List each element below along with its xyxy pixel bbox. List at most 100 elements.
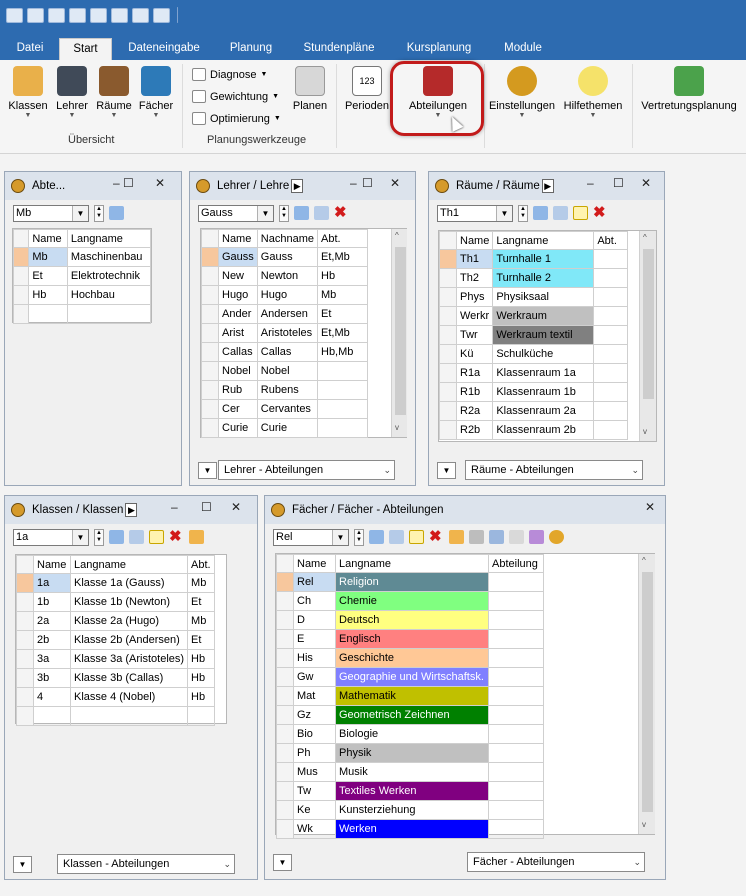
cell-col-0[interactable]: Ph: [293, 743, 336, 763]
column-header[interactable]: Abteilung: [488, 554, 544, 573]
table-row[interactable]: Mb Maschinenbau: [12, 247, 152, 267]
cell-col-2[interactable]: [488, 800, 544, 820]
cell-col-1[interactable]: Klasse 1b (Newton): [69, 592, 189, 612]
cell-col-2[interactable]: [488, 610, 544, 630]
cell-col-2[interactable]: [593, 344, 629, 364]
cell-col-2[interactable]: [593, 306, 629, 326]
table-row[interactable]: R1a Klassenraum 1a: [439, 363, 629, 383]
row-selector[interactable]: [201, 380, 219, 400]
table-row[interactable]: New Newton Hb: [201, 266, 368, 286]
cell-col-2[interactable]: [593, 363, 629, 383]
table-row[interactable]: Th1 Turnhalle 1: [439, 249, 629, 269]
row-selector[interactable]: [12, 266, 30, 286]
cell-col-0[interactable]: 3b: [33, 668, 71, 688]
table-row[interactable]: Hb Hochbau: [12, 285, 152, 305]
diagnose-button[interactable]: Diagnose ▼: [192, 68, 267, 81]
cell-col-1[interactable]: Klasse 1a (Gauss): [69, 573, 189, 593]
row-selector[interactable]: [276, 705, 294, 725]
cell-col-1[interactable]: Callas: [256, 342, 319, 362]
scroll-up-icon[interactable]: ^: [643, 233, 647, 242]
table-row[interactable]: Kü Schulküche: [439, 344, 629, 364]
cell-col-2[interactable]: [488, 819, 544, 839]
cell-col-2[interactable]: Hb: [317, 266, 368, 286]
cell-col-2[interactable]: [593, 268, 629, 288]
cell-col-0[interactable]: Rel: [293, 572, 336, 592]
table-row[interactable]: Ch Chemie: [276, 591, 544, 611]
table-row[interactable]: Ke Kunsterziehung: [276, 800, 544, 820]
row-selector[interactable]: [16, 611, 34, 631]
row-selector[interactable]: [16, 668, 34, 688]
cell-col-2[interactable]: Hb: [187, 687, 215, 707]
import-icon[interactable]: [153, 7, 170, 23]
cell-col-0[interactable]: Werkr: [455, 306, 494, 326]
cell-col-1[interactable]: Cervantes: [256, 399, 319, 419]
cell-col-0[interactable]: 2a: [33, 611, 71, 631]
table-row[interactable]: Phys Physiksaal: [439, 287, 629, 307]
table-row[interactable]: Werkr Werkraum: [439, 306, 629, 326]
cell-col-1[interactable]: Klasse 2a (Hugo): [69, 611, 189, 631]
cell-col-1[interactable]: Englisch: [335, 629, 489, 649]
perioden-button[interactable]: 123 Perioden: [342, 66, 392, 112]
cell-col-1[interactable]: Kunsterziehung: [335, 800, 489, 820]
row-selector[interactable]: [439, 325, 457, 345]
more-arrow-icon[interactable]: ▶: [291, 179, 304, 193]
planen-button[interactable]: Planen: [290, 66, 330, 112]
cell-col-2[interactable]: Mb: [317, 285, 368, 305]
column-header[interactable]: Langname: [335, 554, 489, 573]
einstellungen-button[interactable]: Einstellungen ▼: [486, 66, 558, 119]
cell-col-1[interactable]: Gauss: [256, 247, 319, 267]
spin-buttons[interactable]: ▲ ▼: [354, 528, 364, 546]
table-row[interactable]: Ph Physik: [276, 743, 544, 763]
minimize-button[interactable]: –: [113, 176, 120, 190]
footer-view-combo[interactable]: Klassen - Abteilungen ⌄: [57, 854, 235, 874]
delete-icon[interactable]: ✖: [334, 205, 349, 220]
cell-col-0[interactable]: Th2: [455, 268, 494, 288]
tab-stundenplaene[interactable]: Stundenpläne: [296, 38, 382, 60]
row-selector[interactable]: [276, 572, 294, 592]
filter-icon[interactable]: [469, 530, 484, 544]
dots-grid-icon[interactable]: [509, 530, 524, 544]
table-row[interactable]: Wk Werken: [276, 819, 544, 839]
table-row[interactable]: Callas Callas Hb,Mb: [201, 342, 368, 362]
cell-col-0[interactable]: 1a: [33, 573, 71, 593]
scroll-down-icon[interactable]: v: [395, 423, 399, 432]
cell-col-2[interactable]: [488, 648, 544, 668]
close-button[interactable]: ✕: [641, 176, 651, 190]
cell-col-2[interactable]: [488, 591, 544, 611]
footer-view-combo[interactable]: Fächer - Abteilungen ⌄: [467, 852, 645, 872]
list-view-icon[interactable]: [314, 206, 329, 220]
more-arrow-icon[interactable]: ▶: [541, 179, 554, 193]
table-row[interactable]: Ander Andersen Et: [201, 304, 368, 324]
tab-start[interactable]: Start: [59, 38, 112, 60]
cell-col-1[interactable]: Klassenraum 1a: [492, 363, 595, 383]
raeume-button[interactable]: Räume ▼: [94, 66, 134, 119]
tab-planung[interactable]: Planung: [222, 38, 280, 60]
cell-col-1[interactable]: Klassenraum 2b: [492, 420, 595, 440]
table-row[interactable]: [16, 706, 215, 726]
column-header[interactable]: Name: [218, 229, 258, 248]
cell-col-2[interactable]: [488, 724, 544, 744]
cell-col-0[interactable]: Curie: [218, 418, 258, 438]
footer-view-combo[interactable]: Lehrer - Abteilungen ⌄: [218, 460, 395, 480]
table-row[interactable]: 1b Klasse 1b (Newton) Et: [16, 592, 215, 612]
cell-col-1[interactable]: Religion: [335, 572, 489, 592]
row-selector[interactable]: [276, 800, 294, 820]
scroll-down-icon[interactable]: v: [643, 427, 647, 436]
cell-col-1[interactable]: Biologie: [335, 724, 489, 744]
table-row[interactable]: Curie Curie: [201, 418, 368, 438]
cell-langname[interactable]: Hochbau: [66, 285, 152, 305]
row-selector[interactable]: [439, 306, 457, 326]
cell-col-2[interactable]: [187, 706, 215, 726]
scroll-up-icon[interactable]: ^: [395, 231, 399, 240]
cell-col-2[interactable]: [488, 667, 544, 687]
lehrer-button[interactable]: Lehrer ▼: [52, 66, 92, 119]
new-item-icon[interactable]: [149, 530, 164, 544]
spin-buttons[interactable]: ▲ ▼: [94, 204, 104, 222]
row-selector[interactable]: [12, 285, 30, 305]
row-selector[interactable]: [439, 401, 457, 421]
cell-col-0[interactable]: Phys: [455, 287, 494, 307]
cell-col-2[interactable]: [317, 380, 368, 400]
vertical-scrollbar[interactable]: ^ v: [391, 229, 407, 437]
cell-col-2[interactable]: [593, 401, 629, 421]
table-row[interactable]: 3a Klasse 3a (Aristoteles) Hb: [16, 649, 215, 669]
